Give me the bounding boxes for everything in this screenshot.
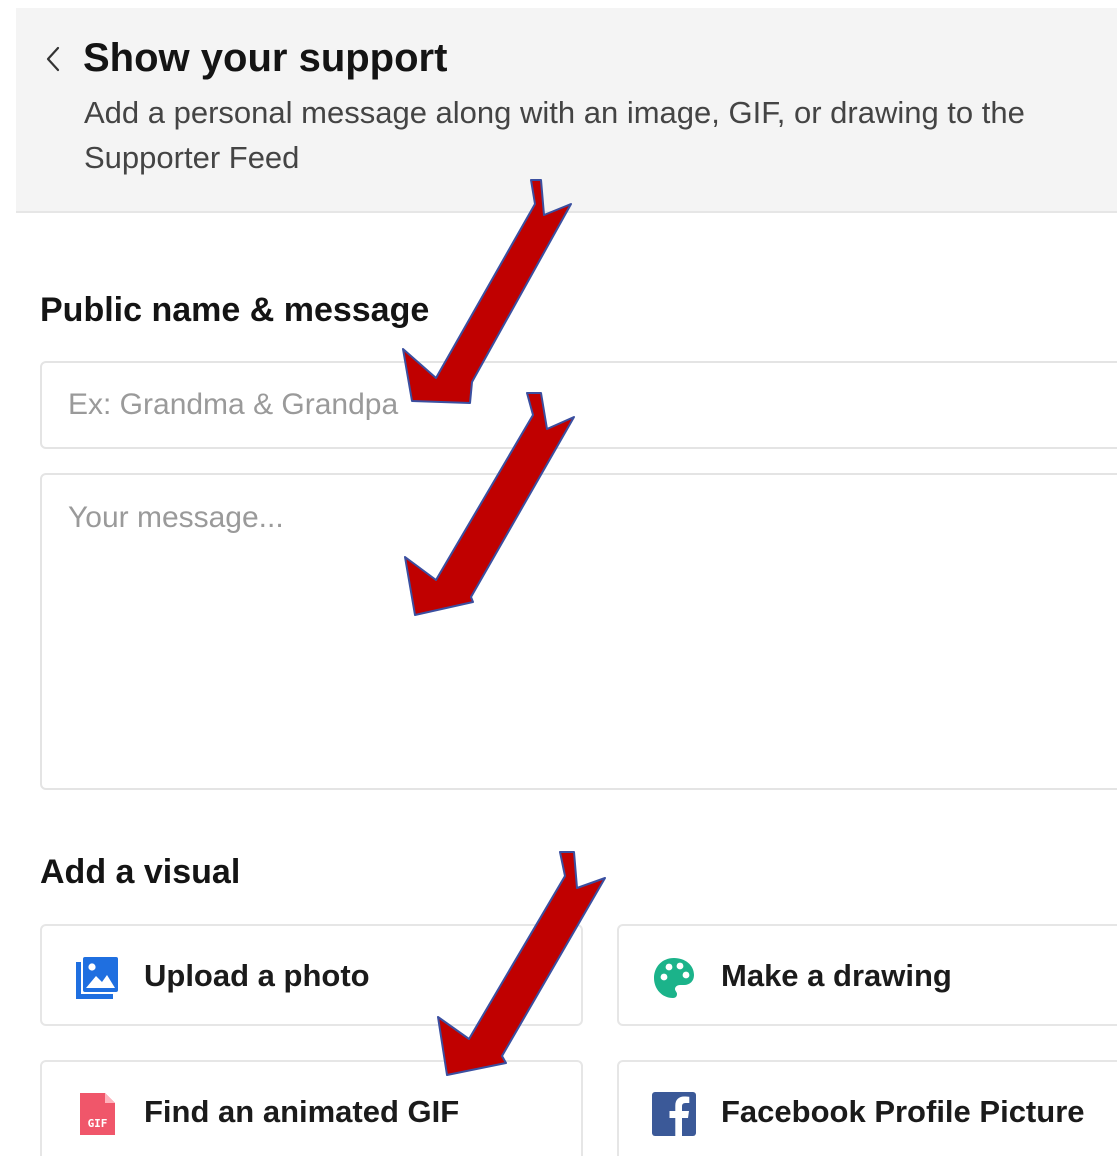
public-name-message-heading: Public name & message (40, 291, 430, 329)
public-name-input[interactable] (40, 361, 1117, 449)
facebook-profile-picture-label: Facebook Profile Picture (721, 1094, 1085, 1129)
upload-photo-button[interactable]: Upload a photo (40, 924, 583, 1026)
add-visual-heading: Add a visual (40, 853, 241, 891)
chevron-left-icon (46, 46, 60, 72)
gif-file-icon: GIF (80, 1093, 115, 1135)
support-page: Show your support Add a personal message… (0, 0, 1117, 1156)
find-gif-button[interactable]: GIF Find an animated GIF (40, 1060, 583, 1156)
back-button[interactable] (40, 42, 68, 76)
make-drawing-label: Make a drawing (721, 958, 952, 993)
facebook-icon (652, 1092, 696, 1136)
page-header: Show your support Add a personal message… (16, 8, 1117, 213)
upload-photo-label: Upload a photo (144, 958, 370, 993)
page-subtitle: Add a personal message along with an ima… (84, 95, 1025, 175)
find-gif-label: Find an animated GIF (144, 1094, 460, 1129)
facebook-profile-picture-button[interactable]: Facebook Profile Picture (617, 1060, 1117, 1156)
svg-text:GIF: GIF (88, 1117, 108, 1130)
page-title: Show your support (83, 36, 448, 80)
image-icon (76, 957, 118, 999)
message-textarea[interactable] (40, 473, 1117, 790)
make-drawing-button[interactable]: Make a drawing (617, 924, 1117, 1026)
palette-icon (654, 958, 694, 998)
